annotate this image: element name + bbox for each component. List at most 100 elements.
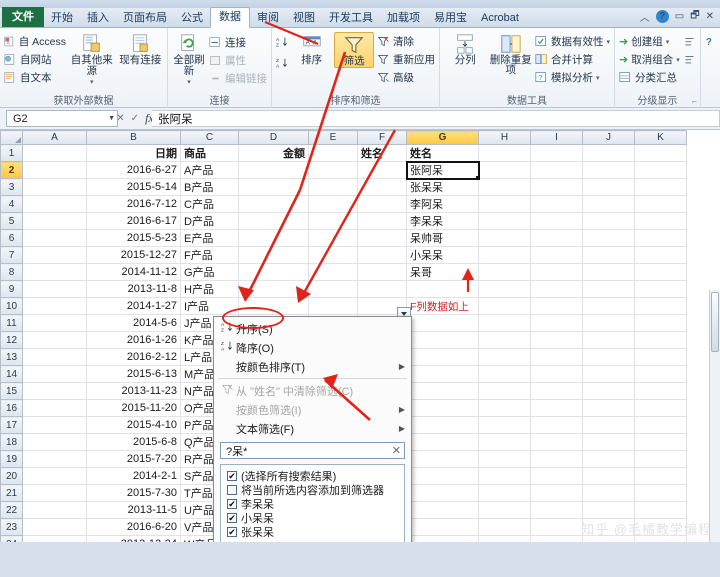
- ribbon-item-properties[interactable]: 属性: [209, 53, 267, 68]
- cell-H20[interactable]: [478, 467, 531, 485]
- cell-K8[interactable]: [634, 263, 687, 281]
- cell-G12[interactable]: [406, 331, 479, 349]
- cell-J6[interactable]: [582, 229, 635, 247]
- cell-K13[interactable]: [634, 348, 687, 366]
- cell-K17[interactable]: [634, 416, 687, 434]
- cell-K1[interactable]: [634, 144, 687, 162]
- cell-D2[interactable]: [238, 161, 309, 179]
- cell-A6[interactable]: [22, 229, 87, 247]
- cell-B1[interactable]: 日期: [86, 144, 181, 162]
- column-header-k[interactable]: K: [634, 130, 687, 145]
- cell-A5[interactable]: [22, 212, 87, 230]
- cell-F3[interactable]: [357, 178, 407, 196]
- table-row[interactable]: 6 2015-5-23 E产品 呆帅哥: [0, 229, 687, 247]
- table-row[interactable]: 10 2014-1-27 I产品 F列数据如上: [0, 297, 687, 315]
- cell-I15[interactable]: [530, 382, 583, 400]
- cell-G8[interactable]: 呆哥: [406, 263, 479, 281]
- cell-H4[interactable]: [478, 195, 531, 213]
- tab-page-layout[interactable]: 页面布局: [116, 9, 174, 27]
- cell-A23[interactable]: [22, 518, 87, 536]
- accept-edit-icon[interactable]: ✓: [131, 113, 139, 124]
- cell-H12[interactable]: [478, 331, 531, 349]
- chevron-down-icon[interactable]: ▼: [108, 115, 115, 122]
- cell-F6[interactable]: [357, 229, 407, 247]
- cell-B24[interactable]: 2013-12-24: [86, 535, 181, 542]
- cell-J8[interactable]: [582, 263, 635, 281]
- chevron-down-icon[interactable]: ▾: [187, 77, 191, 88]
- row-header-5[interactable]: 5: [0, 212, 23, 230]
- cell-C2[interactable]: A产品: [180, 161, 239, 179]
- row-header-14[interactable]: 14: [0, 365, 23, 383]
- table-row[interactable]: 7 2015-12-27 F产品 小呆呆: [0, 246, 687, 264]
- ribbon-item-refresh-all[interactable]: 全部刷新 ▾: [172, 32, 206, 88]
- column-header-a[interactable]: A: [22, 130, 87, 145]
- cell-H5[interactable]: [478, 212, 531, 230]
- hide-detail-icon[interactable]: [683, 54, 696, 67]
- column-header-j[interactable]: J: [582, 130, 635, 145]
- cell-G16[interactable]: [406, 399, 479, 417]
- row-header-22[interactable]: 22: [0, 501, 23, 519]
- cell-J4[interactable]: [582, 195, 635, 213]
- cell-K7[interactable]: [634, 246, 687, 264]
- column-header-f[interactable]: F: [357, 130, 407, 145]
- filter-menu-clear-filter[interactable]: 从 "姓名" 中清除筛选(C): [214, 381, 411, 400]
- cell-G3[interactable]: 张呆呆: [406, 178, 479, 196]
- cell-B15[interactable]: 2013-11-23: [86, 382, 181, 400]
- cell-H3[interactable]: [478, 178, 531, 196]
- cell-C3[interactable]: B产品: [180, 178, 239, 196]
- cell-J7[interactable]: [582, 246, 635, 264]
- row-header-8[interactable]: 8: [0, 263, 23, 281]
- cell-K18[interactable]: [634, 433, 687, 451]
- row-header-6[interactable]: 6: [0, 229, 23, 247]
- cell-B14[interactable]: 2015-6-13: [86, 365, 181, 383]
- filter-checkbox-item[interactable]: 张呆呆: [227, 525, 404, 539]
- cell-A9[interactable]: [22, 280, 87, 298]
- cell-I12[interactable]: [530, 331, 583, 349]
- vertical-scrollbar[interactable]: [709, 290, 720, 542]
- cell-A1[interactable]: [22, 144, 87, 162]
- cell-B21[interactable]: 2015-7-30: [86, 484, 181, 502]
- sort-ascending-icon[interactable]: A Z: [276, 36, 289, 49]
- cell-I11[interactable]: [530, 314, 583, 332]
- cell-J18[interactable]: [582, 433, 635, 451]
- cell-H1[interactable]: [478, 144, 531, 162]
- cell-B11[interactable]: 2014-5-6: [86, 314, 181, 332]
- cell-I20[interactable]: [530, 467, 583, 485]
- cell-K2[interactable]: [634, 161, 687, 179]
- cell-G22[interactable]: [406, 501, 479, 519]
- cell-C6[interactable]: E产品: [180, 229, 239, 247]
- cell-J22[interactable]: [582, 501, 635, 519]
- cell-E10[interactable]: [308, 297, 358, 315]
- cell-A11[interactable]: [22, 314, 87, 332]
- cell-C9[interactable]: H产品: [180, 280, 239, 298]
- column-header-c[interactable]: C: [180, 130, 239, 145]
- cell-E6[interactable]: [308, 229, 358, 247]
- row-header-24[interactable]: 24: [0, 535, 23, 542]
- cell-H2[interactable]: [478, 161, 531, 179]
- cell-B10[interactable]: 2014-1-27: [86, 297, 181, 315]
- cell-I13[interactable]: [530, 348, 583, 366]
- cell-K5[interactable]: [634, 212, 687, 230]
- cell-H9[interactable]: [478, 280, 531, 298]
- minimize-icon[interactable]: ▭: [675, 11, 684, 22]
- cell-H14[interactable]: [478, 365, 531, 383]
- sort-descending-icon[interactable]: Z A: [276, 57, 289, 70]
- cell-A22[interactable]: [22, 501, 87, 519]
- ribbon-item-data-validation[interactable]: 数据有效性 ▾: [535, 34, 610, 49]
- cell-H18[interactable]: [478, 433, 531, 451]
- cell-J14[interactable]: [582, 365, 635, 383]
- ribbon-item-subtotal[interactable]: 分类汇总: [619, 70, 680, 85]
- cell-J21[interactable]: [582, 484, 635, 502]
- tab-file[interactable]: 文件: [2, 7, 44, 27]
- cell-H19[interactable]: [478, 450, 531, 468]
- chevron-down-icon[interactable]: ▾: [90, 77, 94, 88]
- table-row[interactable]: 4 2016-7-12 C产品 李阿呆: [0, 195, 687, 213]
- cell-J16[interactable]: [582, 399, 635, 417]
- cell-B12[interactable]: 2016-1-26: [86, 331, 181, 349]
- table-row[interactable]: 5 2016-6-17 D产品 李呆呆: [0, 212, 687, 230]
- cell-E3[interactable]: [308, 178, 358, 196]
- cell-G24[interactable]: [406, 535, 479, 542]
- cell-D10[interactable]: [238, 297, 309, 315]
- cell-A14[interactable]: [22, 365, 87, 383]
- cell-H22[interactable]: [478, 501, 531, 519]
